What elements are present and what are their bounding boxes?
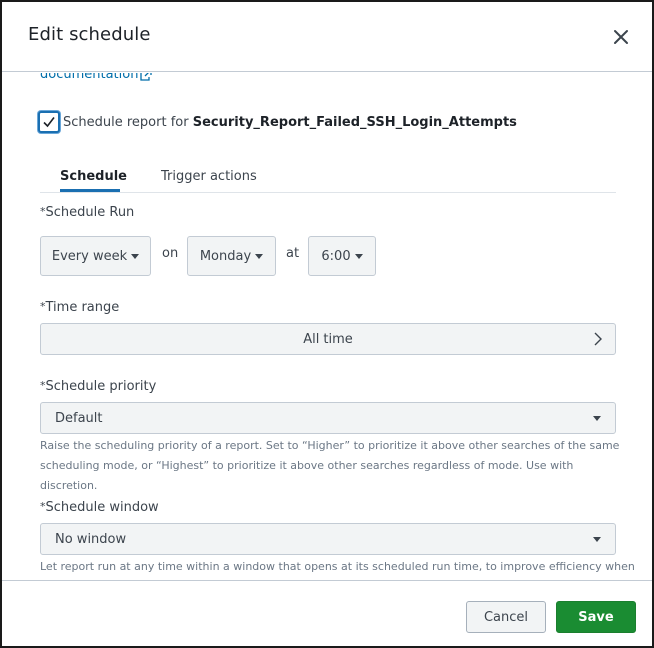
- report-name: Security_Report_Failed_SSH_Login_Attempt…: [192, 114, 517, 130]
- on-connector: on: [162, 246, 179, 261]
- schedule-priority-value: Default: [55, 411, 103, 426]
- dialog-body: documentation Schedule report for Securi…: [2, 73, 652, 580]
- schedule-run-label: *Schedule Run: [40, 205, 134, 220]
- schedule-priority-select[interactable]: Default: [40, 402, 616, 434]
- schedule-window-select[interactable]: No window: [40, 523, 616, 555]
- time-range-button[interactable]: All time: [40, 323, 616, 355]
- active-tab-indicator: [60, 189, 120, 192]
- external-link-icon: [140, 73, 153, 81]
- schedule-window-value: No window: [55, 532, 127, 547]
- close-icon: [614, 30, 628, 44]
- caret-down-icon: [354, 253, 363, 259]
- checkmark-icon: [43, 117, 55, 128]
- dialog-footer: Cancel Save: [2, 580, 652, 646]
- schedule-report-checkbox[interactable]: [38, 111, 60, 133]
- schedule-report-row: Schedule report for Security_Report_Fail…: [38, 111, 517, 133]
- caret-down-icon: [593, 416, 601, 421]
- frequency-dropdown[interactable]: Every week: [40, 236, 151, 276]
- tab-trigger-actions[interactable]: Trigger actions: [161, 169, 257, 184]
- schedule-report-prefix: Schedule report for: [63, 114, 189, 130]
- schedule-window-label-text: Schedule window: [45, 500, 159, 515]
- tab-bar: Schedule Trigger actions: [40, 163, 616, 193]
- caret-down-icon: [131, 253, 140, 259]
- frequency-value: Every week: [51, 248, 128, 264]
- schedule-priority-label-text: Schedule priority: [45, 379, 157, 394]
- dialog-title: Edit schedule: [28, 24, 151, 45]
- schedule-report-label: Schedule report for Security_Report_Fail…: [63, 115, 517, 130]
- tab-schedule[interactable]: Schedule: [60, 169, 127, 184]
- dialog-header: Edit schedule: [2, 2, 652, 72]
- time-range-label-text: Time range: [45, 300, 120, 315]
- day-value: Monday: [199, 248, 252, 264]
- save-button[interactable]: Save: [556, 601, 636, 633]
- chevron-right-icon: [594, 332, 602, 346]
- time-range-value: All time: [303, 332, 353, 347]
- cancel-button[interactable]: Cancel: [466, 601, 546, 633]
- time-value: 6:00: [321, 248, 351, 264]
- schedule-run-label-text: Schedule Run: [45, 205, 135, 220]
- time-dropdown[interactable]: 6:00: [308, 236, 376, 276]
- close-button[interactable]: [608, 24, 634, 50]
- day-dropdown[interactable]: Monday: [187, 236, 276, 276]
- schedule-priority-label: *Schedule priority: [40, 379, 156, 394]
- edit-schedule-dialog: Edit schedule documentation Schedule rep…: [0, 0, 654, 648]
- schedule-window-help: Let report run at any time within a wind…: [40, 560, 635, 573]
- time-range-label: *Time range: [40, 300, 119, 315]
- at-connector: at: [286, 246, 300, 261]
- caret-down-icon: [593, 537, 601, 542]
- schedule-window-label: *Schedule window: [40, 500, 159, 515]
- caret-down-icon: [255, 253, 264, 259]
- documentation-link-label: documentation: [40, 73, 139, 82]
- documentation-link[interactable]: documentation: [40, 73, 153, 82]
- schedule-priority-help: Raise the scheduling priority of a repor…: [40, 439, 620, 492]
